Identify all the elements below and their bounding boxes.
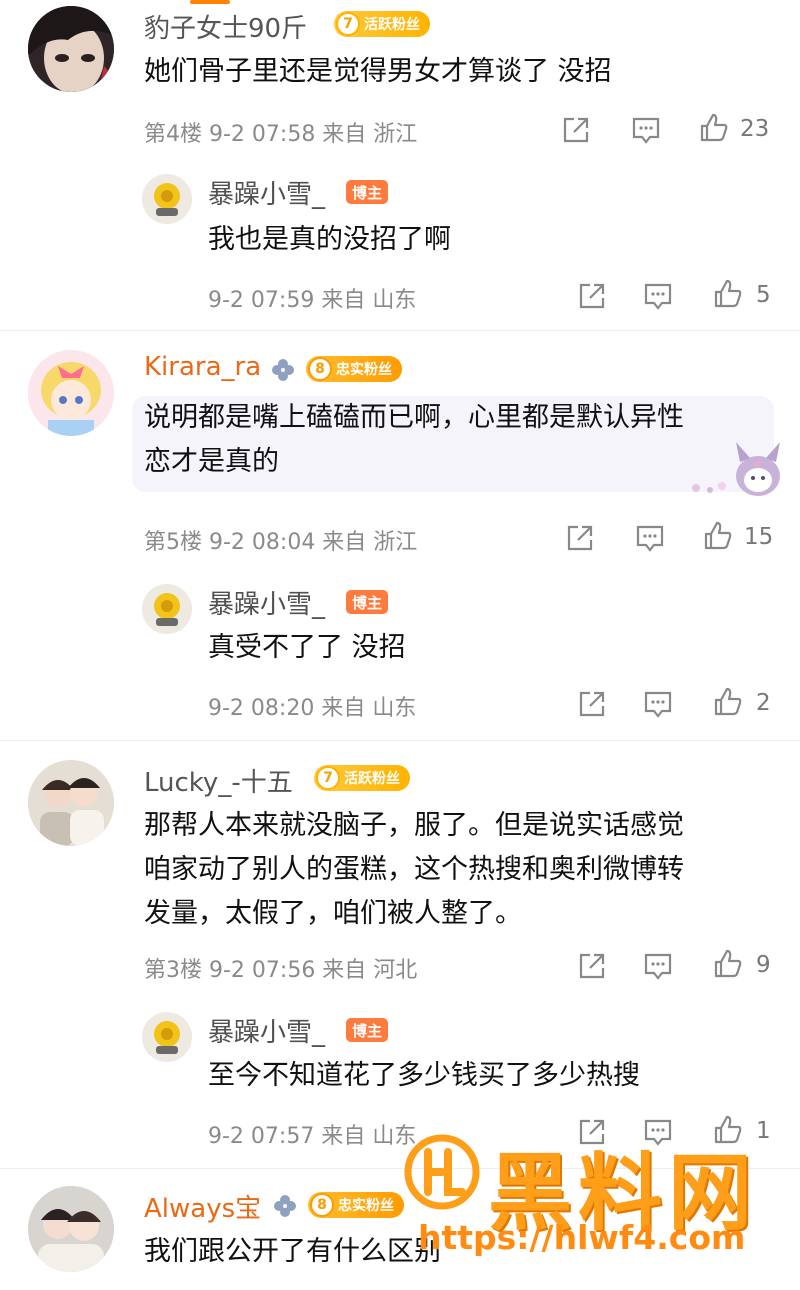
- like-icon[interactable]: [712, 948, 744, 980]
- reply-meta: 9-2 07:59 来自 山东: [208, 288, 417, 313]
- blogger-tag: 博主: [346, 1018, 389, 1042]
- divider: [0, 330, 800, 331]
- tab-indicator: [190, 0, 230, 4]
- reply-username[interactable]: 暴躁小雪_: [208, 584, 325, 621]
- avatar[interactable]: [28, 350, 114, 436]
- like-icon[interactable]: [702, 520, 734, 552]
- like-count: 2: [756, 690, 771, 716]
- comment-icon[interactable]: [634, 522, 666, 554]
- badge-level: 8: [308, 357, 332, 381]
- share-icon[interactable]: [576, 688, 608, 720]
- blogger-tag: 博主: [346, 590, 389, 614]
- comment-icon[interactable]: [642, 950, 674, 982]
- comment-meta: 第3楼 9-2 07:56 来自 河北: [144, 958, 418, 983]
- reply-username[interactable]: 暴躁小雪_: [208, 174, 325, 211]
- avatar-image: [28, 350, 114, 436]
- reply-avatar-image: [142, 174, 192, 224]
- fan-badge[interactable]: 8 忠实粉丝: [308, 1192, 404, 1218]
- share-icon[interactable]: [560, 114, 592, 146]
- badge-label: 活跃粉丝: [344, 771, 400, 787]
- fan-badge[interactable]: 7 活跃粉丝: [334, 11, 430, 37]
- avatar-image: [28, 1186, 114, 1272]
- avatar-image: [28, 760, 114, 846]
- watermark: 黑料网 https://hlwf4.com: [402, 1132, 782, 1258]
- comment-text-line-1: 说明都是嘴上磕磕而已啊，心里都是默认异性: [144, 402, 684, 433]
- avatar-image: [28, 6, 114, 92]
- like-icon[interactable]: [712, 278, 744, 310]
- comment-icon[interactable]: [630, 114, 662, 146]
- reply-meta: 9-2 08:20 来自 山东: [208, 696, 417, 721]
- clover-icon: [274, 1195, 296, 1217]
- share-icon[interactable]: [564, 522, 596, 554]
- reply-text: 至今不知道花了多少钱买了多少热搜: [208, 1060, 640, 1091]
- badge-level: 8: [310, 1193, 334, 1217]
- badge-label: 忠实粉丝: [338, 1198, 394, 1214]
- comment-text-line-3: 发量，太假了，咱们被人整了。: [144, 898, 522, 929]
- username[interactable]: Always宝: [144, 1188, 261, 1225]
- clover-icon: [272, 359, 294, 381]
- like-icon[interactable]: [712, 686, 744, 718]
- reply-username[interactable]: 暴躁小雪_: [208, 1012, 325, 1049]
- reply-text: 真受不了了 没招: [208, 632, 406, 663]
- comment-icon[interactable]: [642, 280, 674, 312]
- badge-level: 7: [336, 12, 360, 36]
- divider: [0, 740, 800, 741]
- watermark-logo-icon: [404, 1134, 480, 1210]
- badge-label: 忠实粉丝: [336, 362, 392, 378]
- like-count: 23: [740, 116, 770, 142]
- like-count: 5: [756, 282, 771, 308]
- reply-avatar-image: [142, 584, 192, 634]
- reply-avatar[interactable]: [142, 584, 192, 634]
- comment-text: 她们骨子里还是觉得男女才算谈了 没招: [144, 56, 612, 87]
- avatar[interactable]: [28, 6, 114, 92]
- watermark-url: https://hlwf4.com: [418, 1218, 746, 1257]
- username[interactable]: Kirara_ra: [144, 352, 261, 382]
- fan-badge[interactable]: 8 忠实粉丝: [306, 356, 402, 382]
- like-icon[interactable]: [698, 112, 730, 144]
- badge-level: 7: [316, 766, 340, 790]
- blogger-tag: 博主: [346, 180, 389, 204]
- username[interactable]: Lucky_-十五: [144, 762, 293, 799]
- username[interactable]: 豹子女士90斤: [144, 8, 307, 45]
- comment-meta: 第4楼 9-2 07:58 来自 浙江: [144, 122, 418, 147]
- comment-text-line-2: 恋才是真的: [144, 446, 279, 477]
- reply-meta: 9-2 07:57 来自 山东: [208, 1124, 417, 1149]
- avatar[interactable]: [28, 1186, 114, 1272]
- comment-icon[interactable]: [642, 688, 674, 720]
- comment-text-line-1: 那帮人本来就没脑子，服了。但是说实话感觉: [144, 810, 684, 841]
- comment-meta: 第5楼 9-2 08:04 来自 浙江: [144, 530, 418, 555]
- share-icon[interactable]: [576, 280, 608, 312]
- reply-avatar-image: [142, 1012, 192, 1062]
- share-icon[interactable]: [576, 950, 608, 982]
- fan-badge[interactable]: 7 活跃粉丝: [314, 765, 410, 791]
- avatar[interactable]: [28, 760, 114, 846]
- reply-avatar[interactable]: [142, 1012, 192, 1062]
- like-count: 9: [756, 952, 771, 978]
- reply-avatar[interactable]: [142, 174, 192, 224]
- comment-text-line-2: 咱家动了别人的蛋糕，这个热搜和奥利微博转: [144, 854, 684, 885]
- reply-text: 我也是真的没招了啊: [208, 224, 451, 255]
- like-count: 15: [744, 524, 774, 550]
- badge-label: 活跃粉丝: [364, 17, 420, 33]
